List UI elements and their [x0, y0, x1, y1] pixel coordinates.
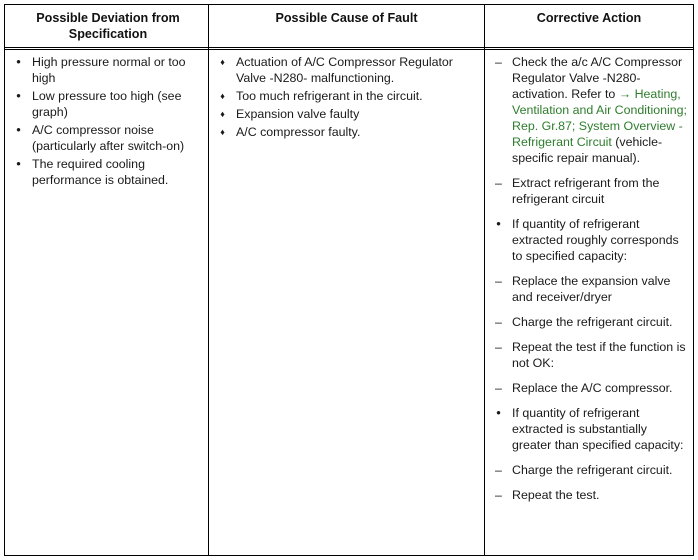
list-item: Repeat the test. — [485, 487, 689, 503]
header-divider — [5, 47, 693, 48]
header-action: Corrective Action — [536, 11, 642, 25]
list-item: Charge the refrigerant circuit. — [485, 462, 689, 478]
list-item: The required cooling performance is obta… — [5, 156, 200, 188]
cause-list: Actuation of A/C Compressor Regulator Va… — [209, 54, 478, 140]
deviation-cell: High pressure normal or too high Low pres… — [5, 51, 208, 190]
dash-icon — [485, 54, 512, 70]
dash-icon — [485, 487, 512, 503]
item-text: Low pressure too high (see graph) — [32, 89, 182, 119]
diamond-bullet-icon — [209, 88, 236, 105]
bullet-icon — [5, 122, 32, 138]
bullet-icon — [485, 216, 512, 232]
item-text: Extract refrigerant from the refrigerant… — [512, 176, 660, 206]
troubleshooting-table: Possible Deviation from Specification Po… — [4, 4, 694, 556]
item-text: High pressure normal or too high — [32, 55, 186, 85]
action-cell: Check the a/c A/C Compressor Regulator V… — [485, 51, 693, 512]
list-item: Low pressure too high (see graph) — [5, 88, 200, 120]
list-item: Actuation of A/C Compressor Regulator Va… — [209, 54, 478, 86]
item-text: Too much refrigerant in the circuit. — [236, 89, 423, 103]
item-text: Repeat the test if the function is not O… — [512, 340, 686, 370]
dash-icon — [485, 380, 512, 396]
list-item: If quantity of refrigerant extracted is … — [485, 405, 689, 453]
item-text: A/C compressor faulty. — [236, 125, 361, 139]
list-item: A/C compressor faulty. — [209, 124, 478, 140]
item-text: If quantity of refrigerant extracted is … — [512, 406, 684, 452]
dash-icon — [485, 175, 512, 191]
item-text: Expansion valve faulty — [236, 107, 360, 121]
list-item: Extract refrigerant from the refrigerant… — [485, 175, 689, 207]
bullet-icon — [5, 156, 32, 172]
cause-cell: Actuation of A/C Compressor Regulator Va… — [209, 51, 484, 142]
list-item: Replace the expansion valve and receiver… — [485, 273, 689, 305]
item-text: Charge the refrigerant circuit. — [512, 463, 673, 477]
bullet-icon — [5, 88, 32, 104]
header-deviation: Possible Deviation from Specification — [36, 11, 180, 41]
dash-icon — [485, 339, 512, 355]
header-cause: Possible Cause of Fault — [275, 11, 418, 25]
list-item: Expansion valve faulty — [209, 106, 478, 122]
item-text: Charge the refrigerant circuit. — [512, 315, 673, 329]
item-text: If quantity of refrigerant extracted rou… — [512, 217, 679, 263]
bullet-icon — [485, 405, 512, 421]
list-item: A/C compressor noise (particularly after… — [5, 122, 200, 154]
deviation-list: High pressure normal or too high Low pres… — [5, 54, 200, 188]
item-text: Actuation of A/C Compressor Regulator Va… — [236, 55, 453, 85]
header-divider — [5, 49, 693, 50]
diamond-bullet-icon — [209, 54, 236, 71]
list-item: Check the a/c A/C Compressor Regulator V… — [485, 54, 689, 166]
list-item: If quantity of refrigerant extracted rou… — [485, 216, 689, 264]
diamond-bullet-icon — [209, 124, 236, 141]
item-text: The required cooling performance is obta… — [32, 157, 169, 187]
item-text: A/C compressor noise (particularly after… — [32, 123, 185, 153]
diamond-bullet-icon — [209, 106, 236, 123]
dash-icon — [485, 273, 512, 289]
item-text: Replace the A/C compressor. — [512, 381, 673, 395]
list-item: Charge the refrigerant circuit. — [485, 314, 689, 330]
item-text: Check the a/c A/C Compressor Regulator V… — [512, 54, 689, 166]
dash-icon — [485, 314, 512, 330]
action-list: Check the a/c A/C Compressor Regulator V… — [485, 54, 689, 503]
dash-icon — [485, 462, 512, 478]
list-item: Replace the A/C compressor. — [485, 380, 689, 396]
list-item: Too much refrigerant in the circuit. — [209, 88, 478, 104]
item-text: Replace the expansion valve and receiver… — [512, 274, 671, 304]
list-item: High pressure normal or too high — [5, 54, 200, 86]
item-text: Repeat the test. — [512, 488, 600, 502]
list-item: Repeat the test if the function is not O… — [485, 339, 689, 371]
bullet-icon — [5, 54, 32, 70]
